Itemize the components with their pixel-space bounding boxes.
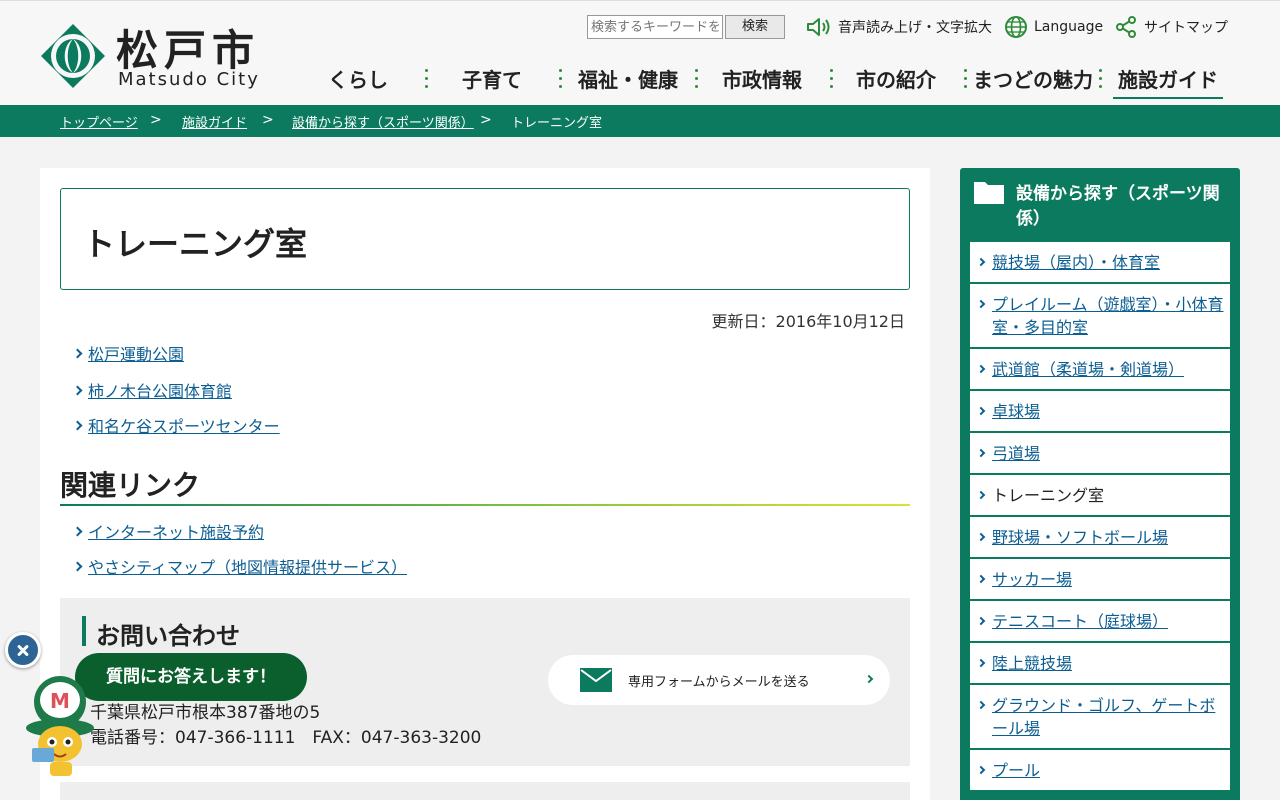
site-header: 松戸市 Matsudo City 検索 音声読み上げ・文字拡大 Language bbox=[0, 0, 1280, 105]
facility-link[interactable]: 和名ケ谷スポーツセンター bbox=[72, 413, 280, 437]
related-link[interactable]: インターネット施設予約 bbox=[72, 519, 264, 543]
svg-text:M: M bbox=[50, 689, 70, 713]
chevron-right-icon bbox=[72, 348, 83, 358]
contact-phone-fax: 電話番号：047-366-1111 FAX：047-363-3200 bbox=[90, 728, 482, 748]
breadcrumb-top[interactable]: トップページ bbox=[60, 112, 138, 131]
sidebar-item-current: トレーニング室 bbox=[970, 475, 1230, 515]
nav-kosodate[interactable]: 子育て bbox=[448, 63, 536, 99]
breadcrumb-separator: > bbox=[480, 112, 492, 128]
nav-shisei[interactable]: 市政情報 bbox=[712, 63, 812, 99]
sidebar-item-label[interactable]: グラウンド・ゴルフ、ゲートボール場 bbox=[992, 694, 1226, 740]
facility-link-label[interactable]: 和名ケ谷スポーツセンター bbox=[88, 413, 280, 437]
sidebar-item[interactable]: 武道館（柔道場・剣道場） bbox=[970, 349, 1230, 389]
sidebar-item-label[interactable]: プレイルーム（遊戯室）・小体育室・多目的室 bbox=[992, 293, 1226, 339]
site-logo[interactable]: 松戸市 Matsudo City bbox=[40, 21, 280, 91]
nav-separator bbox=[830, 69, 834, 89]
search-input[interactable] bbox=[587, 15, 723, 39]
breadcrumb-current: トレーニング室 bbox=[511, 116, 603, 131]
updated-date: 更新日：2016年10月12日 bbox=[711, 312, 905, 331]
page-title-box: トレーニング室 bbox=[60, 188, 910, 290]
nav-kurashi[interactable]: くらし bbox=[314, 63, 402, 99]
envelope-icon bbox=[580, 668, 612, 692]
secondary-panel bbox=[60, 782, 910, 800]
chatbot-close-button[interactable] bbox=[5, 632, 41, 668]
breadcrumb: トップページ > 施設ガイド > 設備から探す（スポーツ関係） > トレーニング… bbox=[0, 105, 1280, 137]
sidebar-item-label[interactable]: サッカー場 bbox=[992, 568, 1226, 591]
nav-shisetsu-guide[interactable]: 施設ガイド bbox=[1113, 63, 1223, 99]
read-aloud-link[interactable]: 音声読み上げ・文字拡大 bbox=[806, 15, 992, 39]
nav-separator bbox=[559, 69, 563, 89]
sidebar-item-label[interactable]: 卓球場 bbox=[992, 400, 1226, 423]
mail-form-label: 専用フォームからメールを送る bbox=[628, 675, 810, 690]
sidebar-item[interactable]: グラウンド・ゴルフ、ゲートボール場 bbox=[970, 685, 1230, 748]
sidebar-heading: 設備から探す（スポーツ関係） bbox=[974, 178, 1234, 238]
sidebar-item[interactable]: 野球場・ソフトボール場 bbox=[970, 517, 1230, 557]
nav-miryoku[interactable]: まつどの魅力 bbox=[972, 63, 1094, 99]
contact-heading: お問い合わせ bbox=[96, 622, 240, 650]
facility-link[interactable]: 柿ノ木台公園体育館 bbox=[72, 378, 232, 402]
nav-shokai[interactable]: 市の紹介 bbox=[846, 63, 946, 99]
language-link[interactable]: Language bbox=[1004, 15, 1103, 39]
sitemap-share-icon bbox=[1116, 16, 1136, 38]
language-label: Language bbox=[1034, 19, 1104, 35]
heading-accent-bar bbox=[82, 616, 86, 646]
breadcrumb-sports[interactable]: 設備から探す（スポーツ関係） bbox=[292, 112, 474, 131]
sidebar-item[interactable]: サッカー場 bbox=[970, 559, 1230, 599]
page-title: トレーニング室 bbox=[83, 225, 308, 263]
related-links-heading: 関連リンク bbox=[60, 469, 201, 502]
sitemap-link[interactable]: サイトマップ bbox=[1114, 15, 1228, 39]
chevron-right-icon bbox=[72, 420, 83, 430]
chevron-right-icon bbox=[72, 526, 83, 536]
main-content: トレーニング室 更新日：2016年10月12日 松戸運動公園 柿ノ木台公園体育館… bbox=[40, 168, 930, 800]
contact-address: 千葉県松戸市根本387番地の5 bbox=[90, 703, 321, 723]
breadcrumb-separator: > bbox=[150, 112, 162, 128]
sidebar-item-label[interactable]: プール bbox=[992, 759, 1226, 782]
nav-fukushi[interactable]: 福祉・健康 bbox=[572, 63, 684, 99]
related-link-label[interactable]: やさシティマップ（地図情報提供サービス） bbox=[88, 554, 407, 578]
sidebar-item-label[interactable]: 野球場・ソフトボール場 bbox=[992, 526, 1226, 549]
nav-separator bbox=[1099, 69, 1103, 89]
mascot-character-icon[interactable]: M bbox=[20, 670, 100, 780]
sidebar-item[interactable]: プレイルーム（遊戯室）・小体育室・多目的室 bbox=[970, 284, 1230, 347]
related-link-label[interactable]: インターネット施設予約 bbox=[88, 519, 264, 543]
sidebar-item[interactable]: 陸上競技場 bbox=[970, 643, 1230, 683]
sidebar-item[interactable]: 卓球場 bbox=[970, 391, 1230, 431]
sidebar-item-label[interactable]: 陸上競技場 bbox=[992, 652, 1226, 675]
sidebar-item[interactable]: 弓道場 bbox=[970, 433, 1230, 473]
sidebar-heading-text: 設備から探す（スポーツ関係） bbox=[1016, 184, 1220, 229]
related-link[interactable]: やさシティマップ（地図情報提供サービス） bbox=[72, 554, 407, 578]
breadcrumb-separator: > bbox=[262, 112, 274, 128]
sidebar-item[interactable]: プール bbox=[970, 750, 1230, 790]
heading-underline bbox=[60, 504, 910, 506]
facility-link-label[interactable]: 柿ノ木台公園体育館 bbox=[88, 378, 232, 402]
folder-icon bbox=[974, 182, 1004, 204]
sidebar-item-label[interactable]: 競技場（屋内）・体育室 bbox=[992, 251, 1226, 274]
mail-form-button[interactable]: 専用フォームからメールを送る bbox=[548, 655, 890, 705]
facility-link-label[interactable]: 松戸運動公園 bbox=[88, 341, 184, 365]
sidebar-item-label: トレーニング室 bbox=[992, 486, 1105, 505]
nav-separator bbox=[695, 69, 699, 89]
nav-separator bbox=[425, 69, 429, 89]
sidebar-item[interactable]: 競技場（屋内）・体育室 bbox=[970, 242, 1230, 282]
speaker-icon bbox=[807, 18, 830, 36]
city-emblem-icon bbox=[41, 24, 105, 88]
logo-text-en: Matsudo City bbox=[118, 69, 260, 90]
search-button[interactable]: 検索 bbox=[725, 15, 785, 39]
sidebar-item[interactable]: テニスコート（庭球場） bbox=[970, 601, 1230, 641]
nav-separator bbox=[964, 69, 968, 89]
chatbot-bubble[interactable]: 質問にお答えします！ bbox=[75, 653, 307, 701]
sidebar: 設備から探す（スポーツ関係） 競技場（屋内）・体育室 プレイルーム（遊戯室）・小… bbox=[960, 168, 1240, 800]
sidebar-item-label[interactable]: 弓道場 bbox=[992, 442, 1226, 465]
chevron-right-icon bbox=[72, 385, 83, 395]
sidebar-item-label[interactable]: テニスコート（庭球場） bbox=[992, 610, 1226, 633]
chevron-right-icon bbox=[864, 674, 874, 684]
breadcrumb-facility-guide[interactable]: 施設ガイド bbox=[182, 112, 247, 131]
chevron-right-icon bbox=[72, 561, 83, 571]
globe-icon bbox=[1005, 16, 1027, 38]
read-aloud-label: 音声読み上げ・文字拡大 bbox=[838, 20, 992, 36]
facility-link[interactable]: 松戸運動公園 bbox=[72, 341, 184, 365]
sitemap-label: サイトマップ bbox=[1144, 20, 1228, 36]
sidebar-item-label[interactable]: 武道館（柔道場・剣道場） bbox=[992, 358, 1226, 381]
